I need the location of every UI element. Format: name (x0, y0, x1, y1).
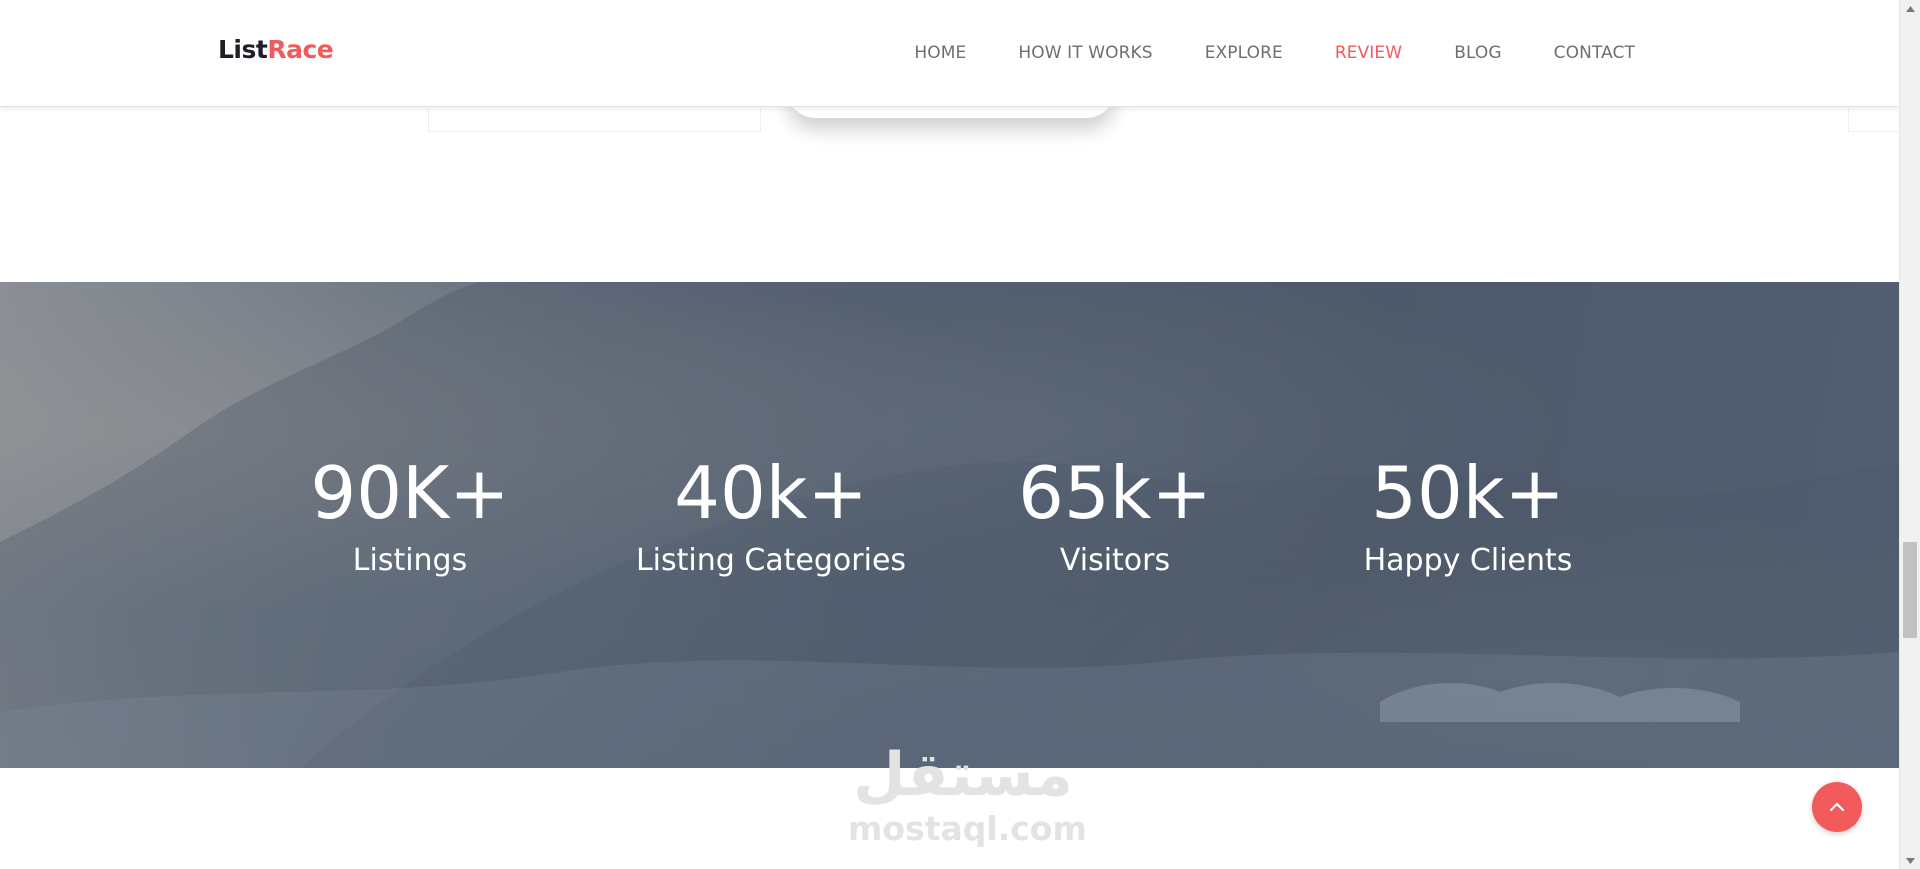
stat-listing-categories: 40k+ Listing Categories (611, 457, 931, 579)
stat-visitors: 65k+ Visitors (955, 457, 1275, 579)
nav-item-home[interactable]: HOME (914, 43, 966, 63)
stat-value: 65k+ (1018, 451, 1212, 535)
stat-value: 40k+ (674, 451, 868, 535)
main-nav: HOME HOW IT WORKS EXPLORE REVIEW BLOG CO… (914, 43, 1635, 63)
nav-item-review[interactable]: REVIEW (1335, 43, 1402, 63)
watermark-domain-text: mostaql.com (848, 809, 1087, 848)
stat-label: Listing Categories (635, 543, 907, 578)
stat-listings: 90K+ Listings (250, 457, 570, 579)
site-header: ListRace HOME HOW IT WORKS EXPLORE REVIE… (0, 0, 1899, 107)
mostaql-watermark: مستقل mostaql.com (848, 740, 1087, 848)
chevron-up-icon (1829, 802, 1845, 812)
scroll-to-top-button[interactable] (1812, 782, 1862, 832)
logo-text-race: Race (267, 35, 334, 64)
watermark-arabic-text: مستقل (853, 740, 1073, 810)
logo-text-list: List (218, 35, 268, 64)
page-scrollbar[interactable] (1899, 0, 1920, 869)
scrollbar-thumb[interactable] (1903, 542, 1917, 638)
site-logo[interactable]: ListRace (218, 35, 334, 64)
stat-label: Listings (352, 543, 468, 578)
review-card-left (428, 108, 761, 132)
stat-happy-clients: 50k+ Happy Clients (1308, 457, 1628, 579)
nav-item-blog[interactable]: BLOG (1454, 43, 1501, 63)
scroll-up-arrow-icon[interactable] (1900, 0, 1920, 17)
nav-item-explore[interactable]: EXPLORE (1205, 43, 1283, 63)
stat-label: Visitors (1059, 543, 1171, 578)
stat-value: 50k+ (1371, 451, 1565, 535)
scroll-down-arrow-icon[interactable] (1900, 852, 1920, 869)
stat-value: 90K+ (310, 451, 510, 535)
nav-item-how-it-works[interactable]: HOW IT WORKS (1018, 43, 1152, 63)
stats-section: 90K+ Listings 40k+ Listing Categories 65… (0, 282, 1899, 768)
nav-item-contact[interactable]: CONTACT (1554, 43, 1635, 63)
stat-label: Happy Clients (1363, 543, 1573, 578)
review-card-right (1848, 108, 1899, 132)
